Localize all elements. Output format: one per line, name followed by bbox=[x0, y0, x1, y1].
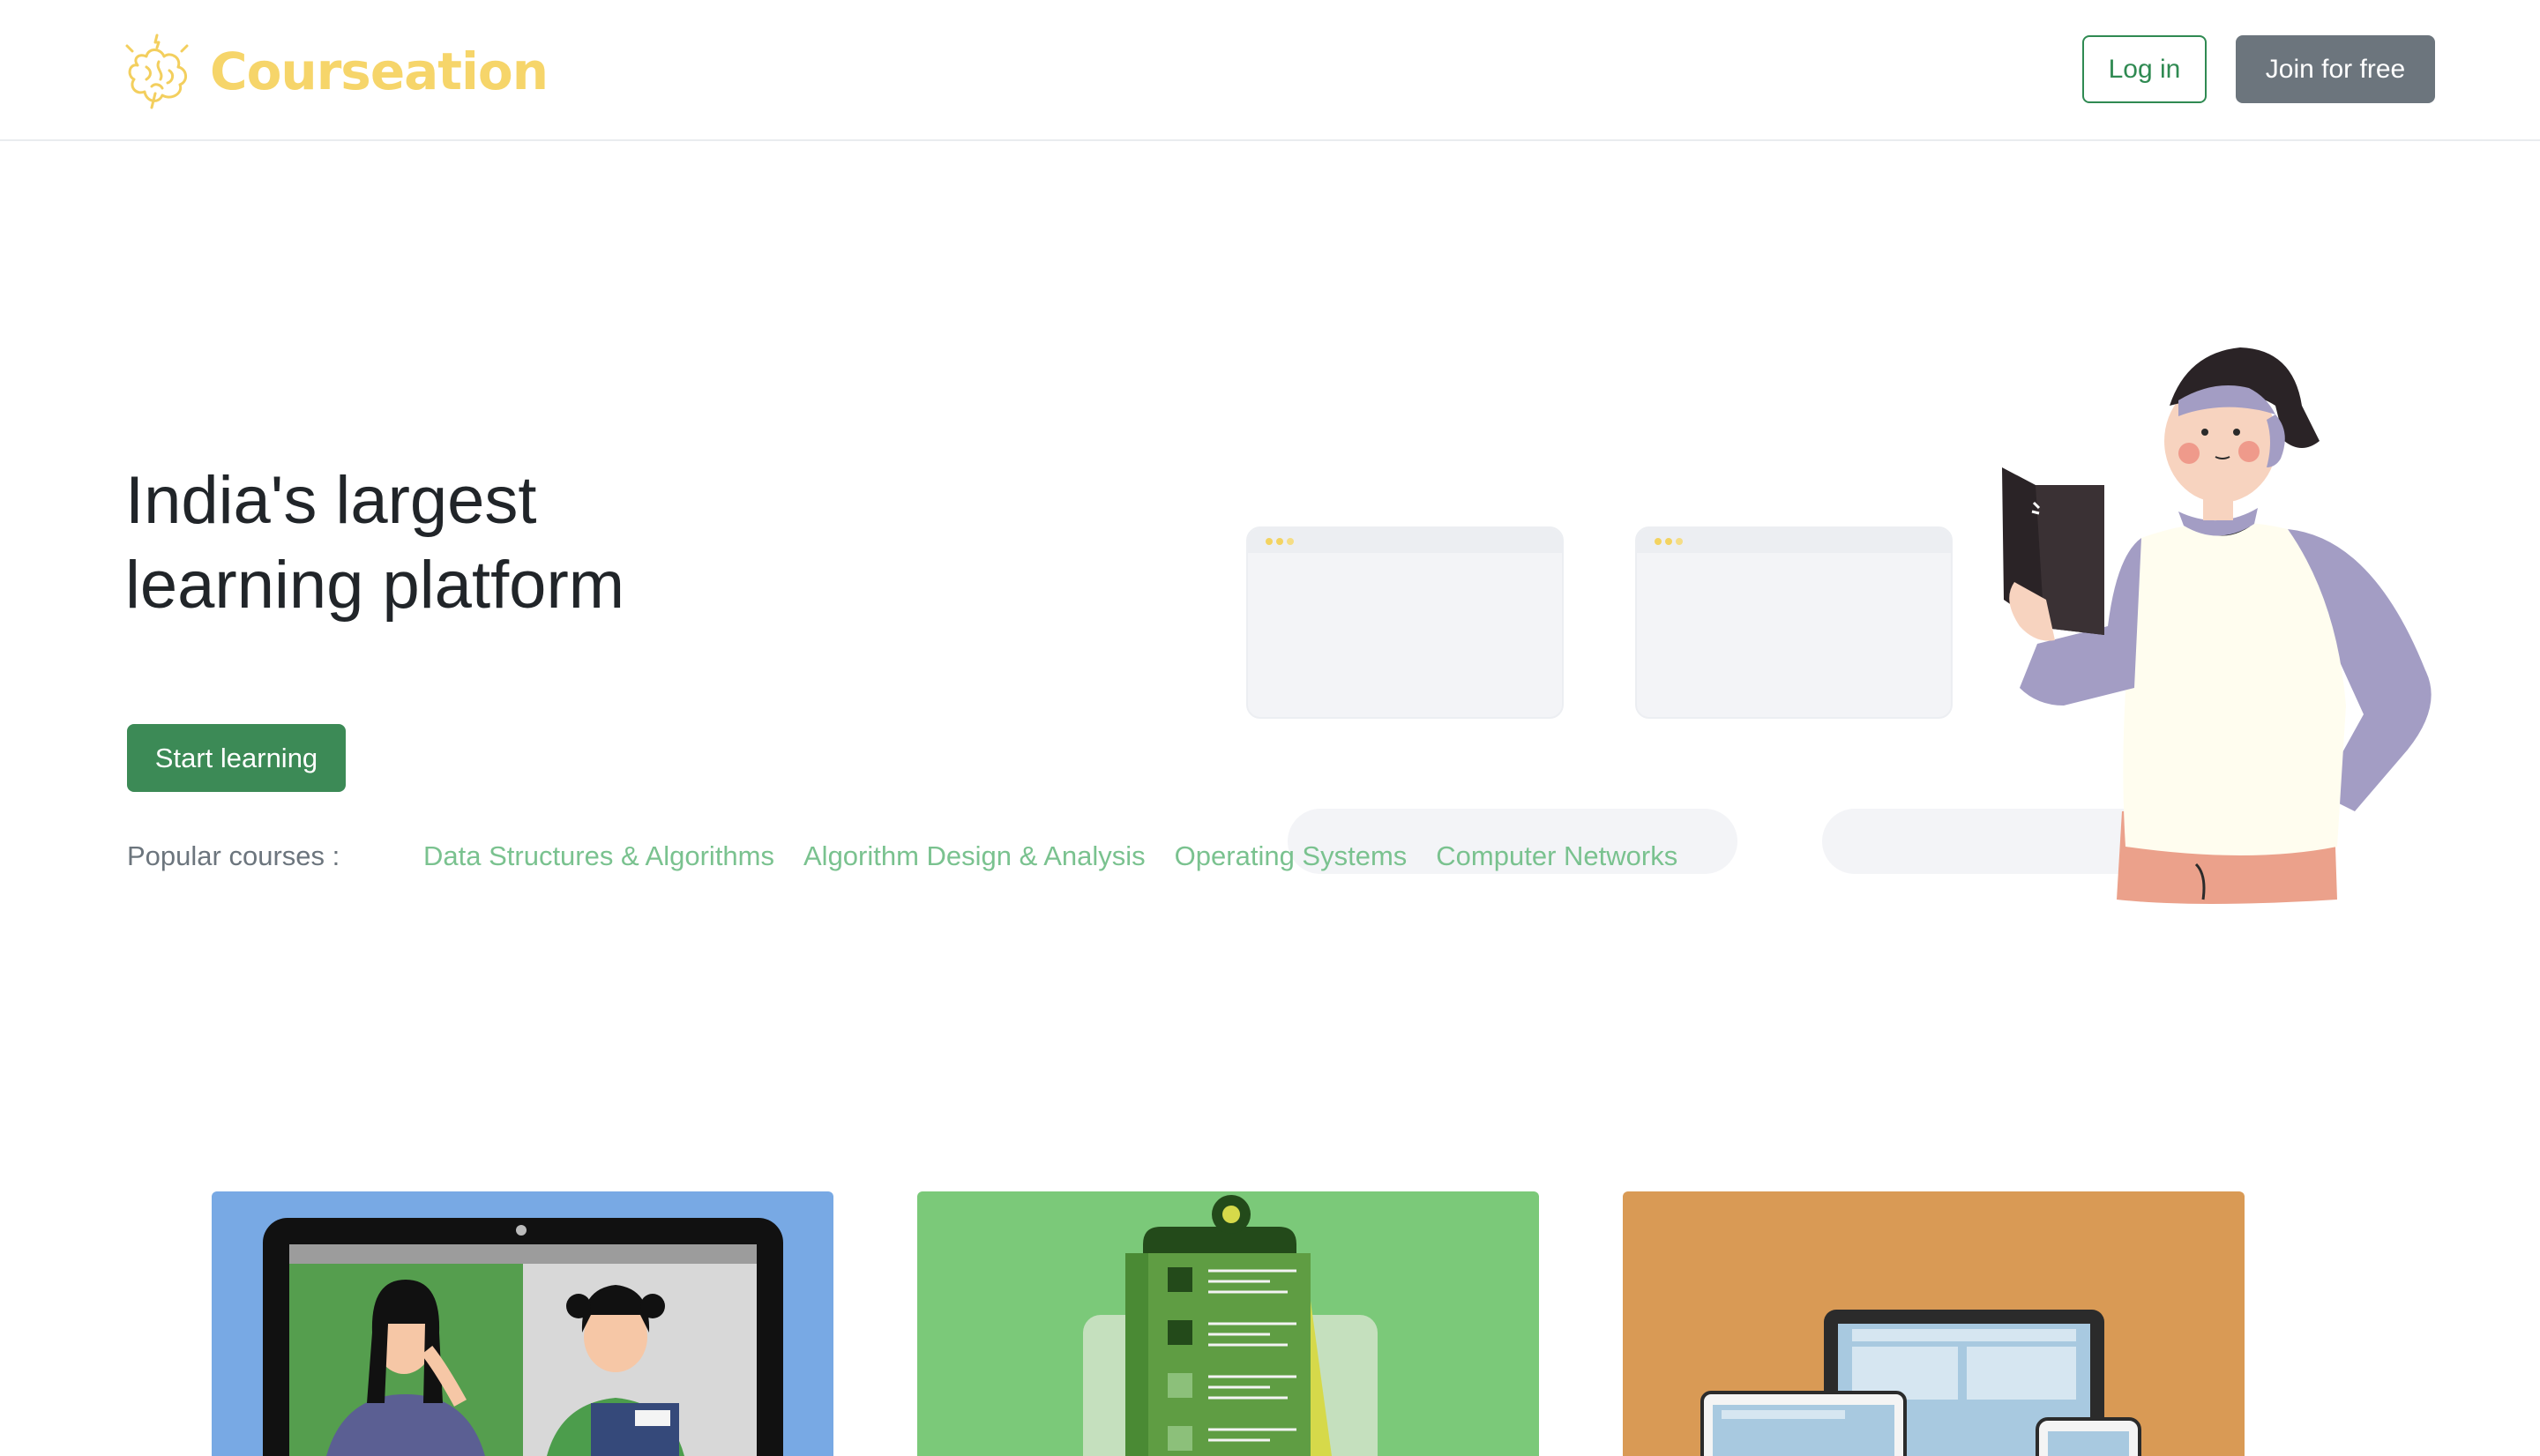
navbar: Courseation Log in Join for free bbox=[0, 0, 2540, 141]
brand-name: Courseation bbox=[210, 41, 549, 101]
hero-title-line1: India's largest bbox=[125, 463, 537, 538]
feature-card-devices[interactable] bbox=[1623, 1191, 2245, 1456]
course-link-ada[interactable]: Algorithm Design & Analysis bbox=[803, 840, 1146, 872]
course-link-dsa[interactable]: Data Structures & Algorithms bbox=[423, 840, 774, 872]
brain-icon bbox=[125, 34, 189, 109]
decorative-window-card bbox=[1635, 526, 1953, 719]
feature-card-video-learning[interactable] bbox=[212, 1191, 833, 1456]
feature-card-checklist[interactable] bbox=[917, 1191, 1539, 1456]
clipboard-illustration bbox=[917, 1191, 1539, 1456]
join-button[interactable]: Join for free bbox=[2236, 35, 2435, 103]
decorative-window-card bbox=[1246, 526, 1564, 719]
login-button[interactable]: Log in bbox=[2082, 35, 2207, 103]
course-link-os[interactable]: Operating Systems bbox=[1175, 840, 1408, 872]
hero-title: India's largest learning platform bbox=[125, 459, 919, 628]
course-link-cn[interactable]: Computer Networks bbox=[1436, 840, 1677, 872]
video-call-illustration bbox=[212, 1191, 833, 1456]
hero-title-line2: learning platform bbox=[125, 548, 625, 623]
popular-courses-label: Popular courses : bbox=[127, 840, 340, 871]
person-reading-illustration bbox=[2002, 347, 2432, 904]
start-learning-button[interactable]: Start learning bbox=[127, 724, 346, 792]
popular-courses: Popular courses : Data Structures & Algo… bbox=[127, 836, 1707, 877]
brand-logo[interactable]: Courseation bbox=[120, 30, 549, 113]
responsive-devices-illustration bbox=[1623, 1191, 2245, 1456]
